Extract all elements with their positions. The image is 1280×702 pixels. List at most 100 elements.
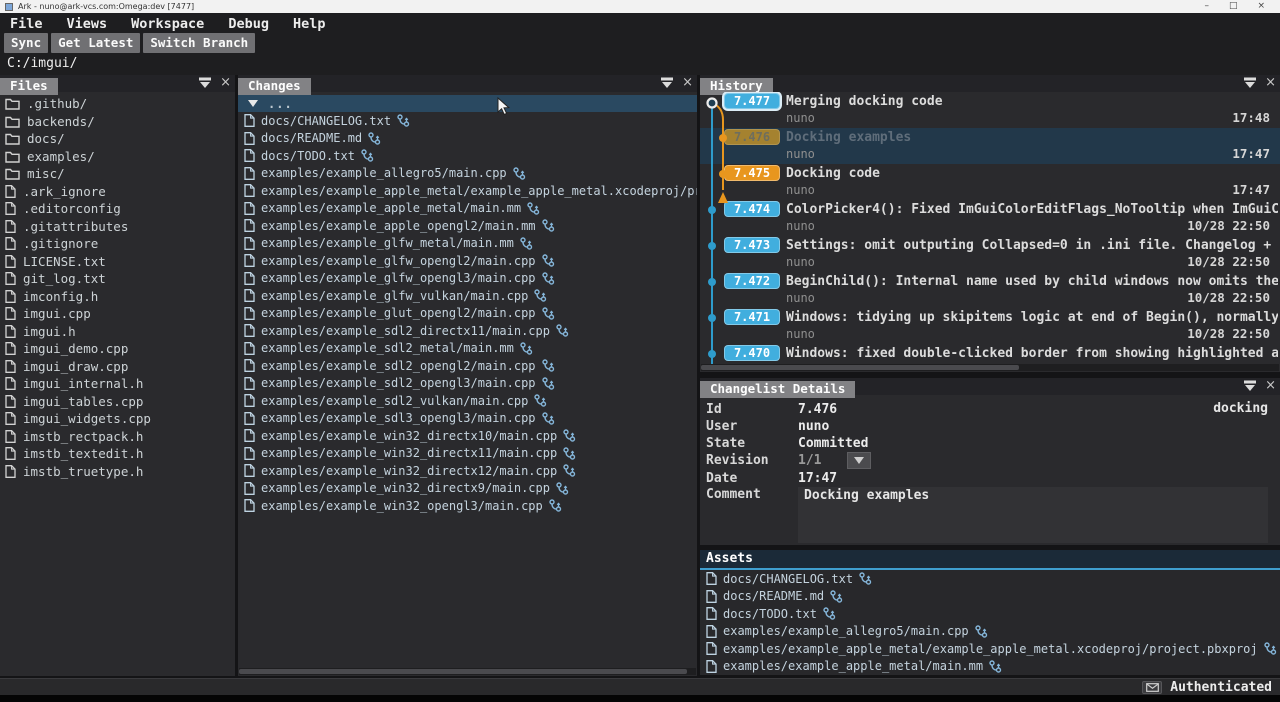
changed-file-row[interactable]: docs/README.md — [238, 130, 697, 148]
menu-item[interactable]: Workspace — [129, 15, 206, 33]
file-tree-item[interactable]: imgui_widgets.cpp — [0, 410, 235, 428]
changelist-id-badge[interactable]: 7.470 — [724, 345, 780, 361]
changelist-id-badge[interactable]: 7.473 — [724, 237, 780, 253]
asset-file-row[interactable]: docs/CHANGELOG.txt — [700, 570, 1280, 588]
toolbar-button[interactable]: Sync — [4, 33, 48, 53]
file-tree-item[interactable]: .editorconfig — [0, 200, 235, 218]
file-tree-item[interactable]: misc/ — [0, 165, 235, 183]
changed-file-row[interactable]: examples/example_sdl3_opengl3/main.cpp — [238, 410, 697, 428]
revision-dropdown[interactable] — [847, 452, 871, 469]
changed-file-row[interactable]: examples/example_sdl2_metal/main.mm — [238, 340, 697, 358]
file-tree-item[interactable]: .ark_ignore — [0, 183, 235, 201]
changed-file-row[interactable]: examples/example_apple_metal/main.mm — [238, 200, 697, 218]
menu-item[interactable]: Views — [65, 15, 110, 33]
commit-row[interactable]: 7.473 Settings: omit outputing Collapsed… — [700, 236, 1280, 272]
changed-file-row[interactable]: examples/example_apple_metal/example_app… — [238, 182, 697, 200]
commit-row[interactable]: 7.476 Docking examples nuno 17:47 — [700, 128, 1280, 164]
changed-file-row[interactable]: examples/example_allegro5/main.cpp — [238, 165, 697, 183]
commit-row[interactable]: 7.474 ColorPicker4(): Fixed ImGuiColorEd… — [700, 200, 1280, 236]
changed-file-row[interactable]: examples/example_sdl2_opengl3/main.cpp — [238, 375, 697, 393]
filter-icon[interactable] — [1243, 380, 1257, 392]
commit-row[interactable]: 7.471 Windows: tidying up skipitems logi… — [700, 308, 1280, 344]
changed-file-row[interactable]: examples/example_win32_directx10/main.cp… — [238, 427, 697, 445]
close-panel-icon[interactable]: × — [1265, 380, 1276, 392]
scrollbar-thumb[interactable] — [239, 669, 687, 674]
asset-file-row[interactable]: examples/example_apple_metal/example_app… — [700, 640, 1280, 658]
toolbar-button[interactable]: Get Latest — [51, 33, 140, 53]
changed-file-row[interactable]: examples/example_win32_directx12/main.cp… — [238, 462, 697, 480]
file-tree-item[interactable]: .gitignore — [0, 235, 235, 253]
changed-file-row[interactable]: examples/example_win32_opengl3/main.cpp — [238, 497, 697, 515]
changes-root-row[interactable]: ... — [238, 95, 697, 112]
filter-icon[interactable] — [198, 77, 212, 89]
changed-file-row[interactable]: examples/example_glfw_opengl2/main.cpp — [238, 252, 697, 270]
asset-file-row[interactable]: docs/README.md — [700, 588, 1280, 606]
asset-file-row[interactable]: docs/TODO.txt — [700, 605, 1280, 623]
expand-triangle-icon[interactable] — [248, 100, 258, 107]
file-tree-item[interactable]: imgui_internal.h — [0, 375, 235, 393]
details-tab[interactable]: Changelist Details — [700, 381, 855, 398]
file-tree-item[interactable]: .github/ — [0, 95, 235, 113]
close-panel-icon[interactable]: × — [682, 77, 693, 89]
horizontal-scrollbar[interactable] — [239, 668, 696, 675]
file-tree-item[interactable]: git_log.txt — [0, 270, 235, 288]
file-tree-item[interactable]: docs/ — [0, 130, 235, 148]
file-tree-item[interactable]: imgui.h — [0, 323, 235, 341]
commit-row[interactable]: 7.470 Windows: fixed double-clicked bord… — [700, 344, 1280, 365]
menu-item[interactable]: Help — [291, 15, 328, 33]
changed-file-row[interactable]: examples/example_win32_directx11/main.cp… — [238, 445, 697, 463]
filter-icon[interactable] — [660, 77, 674, 89]
close-button[interactable]: × — [1257, 0, 1265, 13]
changelist-id-badge[interactable]: 7.476 — [724, 129, 780, 145]
changed-file-row[interactable]: examples/example_glfw_opengl3/main.cpp — [238, 270, 697, 288]
changed-file-row[interactable]: docs/TODO.txt — [238, 147, 697, 165]
menu-item[interactable]: File — [8, 15, 45, 33]
horizontal-scrollbar[interactable] — [701, 364, 1279, 371]
changed-file-row[interactable]: examples/example_win32_directx9/main.cpp — [238, 480, 697, 498]
file-tree-item[interactable]: imgui_draw.cpp — [0, 358, 235, 376]
file-tree-item[interactable]: imgui.cpp — [0, 305, 235, 323]
changelist-id-badge[interactable]: 7.471 — [724, 309, 780, 325]
commit-row[interactable]: 7.475 Docking code nuno 17:47 — [700, 164, 1280, 200]
minimize-button[interactable]: – — [1204, 0, 1209, 13]
changed-file-row[interactable]: examples/example_sdl2_opengl2/main.cpp — [238, 357, 697, 375]
file-tree-item[interactable]: backends/ — [0, 113, 235, 131]
file-icon — [706, 642, 717, 655]
assets-list: docs/CHANGELOG.txt docs/README.md docs/T… — [700, 570, 1280, 675]
close-panel-icon[interactable]: × — [1265, 77, 1276, 89]
toolbar-button[interactable]: Switch Branch — [143, 33, 255, 53]
changes-tab[interactable]: Changes — [238, 78, 311, 95]
asset-file-row[interactable]: examples/example_allegro5/main.cpp — [700, 623, 1280, 641]
changelist-id-badge[interactable]: 7.472 — [724, 273, 780, 289]
changelist-id-badge[interactable]: 7.474 — [724, 201, 780, 217]
changelist-id-badge[interactable]: 7.477 — [724, 93, 780, 109]
file-tree-item[interactable]: imgui_tables.cpp — [0, 393, 235, 411]
mail-icon[interactable] — [1142, 681, 1162, 694]
commit-row[interactable]: 7.472 BeginChild(): Internal name used b… — [700, 272, 1280, 308]
file-tree-item[interactable]: imconfig.h — [0, 288, 235, 306]
maximize-button[interactable]: □ — [1229, 0, 1238, 13]
close-panel-icon[interactable]: × — [220, 77, 231, 89]
asset-file-row[interactable]: examples/example_apple_metal/main.mm — [700, 658, 1280, 676]
changed-file-row[interactable]: examples/example_glut_opengl2/main.cpp — [238, 305, 697, 323]
file-tree-item[interactable]: .gitattributes — [0, 218, 235, 236]
file-tree-item[interactable]: imgui_demo.cpp — [0, 340, 235, 358]
files-tab[interactable]: Files — [0, 78, 58, 95]
filter-icon[interactable] — [1243, 77, 1257, 89]
changed-file-row[interactable]: examples/example_glfw_vulkan/main.cpp — [238, 287, 697, 305]
file-tree-item[interactable]: imstb_rectpack.h — [0, 428, 235, 446]
changed-file-row[interactable]: examples/example_sdl2_vulkan/main.cpp — [238, 392, 697, 410]
changed-file-row[interactable]: examples/example_glfw_metal/main.mm — [238, 235, 697, 253]
comment-field[interactable]: Docking examples — [798, 487, 1268, 543]
changed-file-row[interactable]: examples/example_apple_opengl2/main.mm — [238, 217, 697, 235]
file-tree-item[interactable]: LICENSE.txt — [0, 253, 235, 271]
file-tree-item[interactable]: imstb_textedit.h — [0, 445, 235, 463]
file-tree-item[interactable]: examples/ — [0, 148, 235, 166]
changed-file-row[interactable]: examples/example_sdl2_directx11/main.cpp — [238, 322, 697, 340]
changelist-id-badge[interactable]: 7.475 — [724, 165, 780, 181]
scrollbar-thumb[interactable] — [701, 365, 1019, 370]
commit-row[interactable]: 7.477 Merging docking code nuno 17:48 — [700, 92, 1280, 128]
file-tree-item[interactable]: imstb_truetype.h — [0, 463, 235, 481]
menu-item[interactable]: Debug — [226, 15, 271, 33]
changed-file-row[interactable]: docs/CHANGELOG.txt — [238, 112, 697, 130]
